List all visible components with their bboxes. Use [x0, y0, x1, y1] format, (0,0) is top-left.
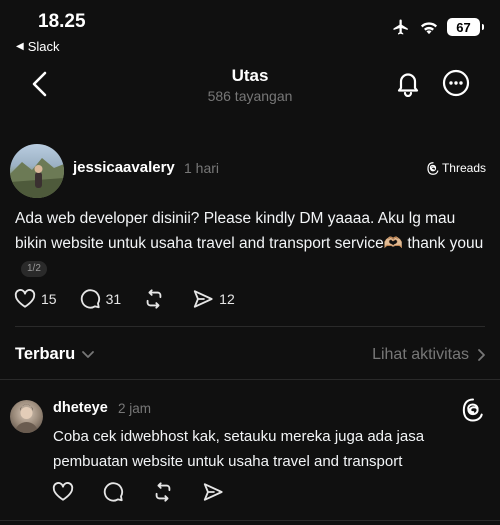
page-indicator[interactable]: 1/2	[21, 260, 47, 277]
reply-author[interactable]: dheteye	[53, 400, 108, 416]
comment-count: 31	[105, 291, 122, 307]
post-text: Ada web developer disinii? Please kindly…	[15, 210, 484, 252]
post-author[interactable]: jessicaavalery	[73, 159, 175, 176]
comment-icon	[79, 288, 101, 310]
chevron-right-icon	[477, 348, 486, 362]
comment-button[interactable]: 31	[79, 288, 122, 310]
status-time: 18.25	[38, 11, 86, 32]
status-icons: 67	[391, 18, 484, 36]
heart-icon	[14, 288, 36, 310]
reply-avatar[interactable]	[10, 400, 43, 433]
reply-comment-button[interactable]	[102, 481, 124, 503]
repost-icon	[155, 482, 171, 502]
divider	[15, 326, 485, 327]
sort-dropdown[interactable]: Terbaru	[15, 345, 95, 364]
view-count: 586 tayangan	[207, 88, 293, 104]
send-icon	[203, 483, 223, 501]
post-time: 1 hari	[184, 160, 220, 176]
sort-bar: Terbaru Lihat aktivitas	[0, 338, 500, 372]
more-icon[interactable]	[442, 69, 470, 97]
share-button[interactable]: 12	[192, 288, 235, 310]
reply-like-button[interactable]	[52, 481, 74, 503]
reply-repost-button[interactable]	[152, 481, 174, 503]
post-actions: 15 31 12	[14, 288, 257, 310]
back-to-app-link[interactable]: ◀ Slack	[16, 39, 60, 54]
share-count: 12	[219, 291, 235, 307]
repost-button[interactable]	[143, 288, 170, 310]
sort-label: Terbaru	[15, 345, 76, 363]
reply-time: 2 jam	[118, 401, 152, 416]
like-button[interactable]: 15	[14, 288, 57, 310]
divider	[0, 379, 500, 380]
view-activity-link[interactable]: Lihat aktivitas	[372, 346, 486, 364]
post-body: Ada web developer disinii? Please kindly…	[15, 206, 490, 281]
like-count: 15	[41, 291, 57, 307]
chevron-down-icon	[81, 350, 95, 360]
status-bar: 18.25 ◀ Slack 67	[0, 0, 500, 58]
back-triangle-icon: ◀	[16, 41, 24, 52]
threads-icon[interactable]	[462, 398, 484, 422]
reply-text: Coba cek idwebhost kak, setauku mereka j…	[53, 428, 425, 470]
avatar[interactable]	[10, 144, 64, 198]
repost-icon	[143, 288, 165, 310]
nav-header: Utas 586 tayangan	[0, 58, 500, 114]
reply-item: dheteye 2 jam Coba cek idwebhost kak, se…	[0, 394, 500, 524]
comment-icon	[103, 482, 124, 502]
wifi-icon	[419, 19, 439, 35]
airplane-icon	[391, 18, 411, 36]
back-app-label: Slack	[27, 39, 60, 54]
threads-badge: Threads	[427, 161, 486, 175]
heart-icon	[52, 482, 74, 501]
reply-actions	[52, 481, 224, 503]
threads-label: Threads	[441, 161, 486, 175]
send-icon	[192, 288, 214, 310]
battery-icon: 67	[447, 18, 484, 36]
page-title: Utas	[231, 66, 269, 85]
bell-icon[interactable]	[394, 69, 422, 97]
threads-small-icon	[427, 161, 439, 175]
divider	[0, 520, 500, 521]
reply-share-button[interactable]	[202, 481, 224, 503]
activity-label: Lihat aktivitas	[372, 346, 469, 363]
